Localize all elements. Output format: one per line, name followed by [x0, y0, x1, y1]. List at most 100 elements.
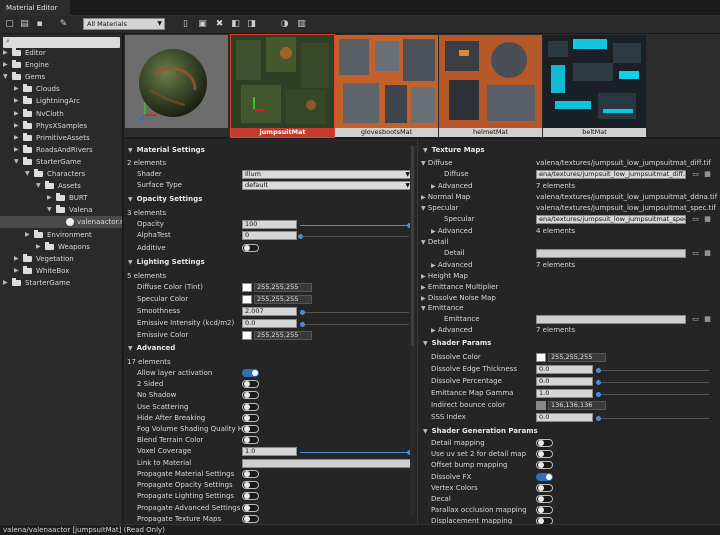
tex-normal-row[interactable]: ▶ Normal Map — [421, 192, 470, 203]
delete-icon[interactable]: ✖ — [214, 19, 225, 30]
assign-icon[interactable]: ◧ — [230, 19, 241, 30]
shader-dropdown[interactable]: Illum ▼ — [242, 170, 413, 179]
specular-color-swatch[interactable] — [242, 295, 252, 304]
toggle-switch[interactable] — [536, 450, 553, 459]
eyedropper-icon[interactable]: ✎ — [58, 19, 69, 30]
toggle-switch[interactable] — [536, 495, 553, 503]
tree-item[interactable]: ▼ Gems — [0, 71, 122, 83]
window-title-tab[interactable]: Material Editor — [0, 0, 70, 16]
left-column-scrollbar[interactable] — [410, 146, 415, 516]
toggle-switch[interactable] — [242, 380, 259, 389]
dissolve-color-input[interactable]: 255,255,255 — [548, 353, 606, 362]
toggle-switch[interactable] — [242, 369, 259, 377]
material-filter-select[interactable]: All Materials ▼ — [83, 18, 165, 30]
chevron-right-icon[interactable]: ▶ — [3, 277, 8, 289]
toggle-switch[interactable] — [536, 439, 553, 447]
emissive-color-input[interactable]: 255,255,255 — [254, 331, 312, 340]
emissive-intensity-input[interactable]: 0.0 — [242, 319, 297, 328]
tree-item[interactable]: ▶ PhysXSamples — [0, 120, 122, 132]
chevron-right-icon[interactable]: ▶ — [14, 253, 19, 265]
chevron-right-icon[interactable]: ▶ — [14, 132, 19, 144]
sss-index-slider-handle[interactable] — [596, 416, 601, 421]
layout-icon[interactable]: ▥ — [296, 19, 307, 30]
edge-thickness-slider-handle[interactable] — [596, 368, 601, 373]
section-advanced[interactable]: ▼ Advanced — [128, 343, 175, 354]
toggle-switch[interactable] — [242, 436, 259, 445]
chevron-down-icon[interactable]: ▼ — [47, 204, 52, 216]
section-shader-params[interactable]: ▼ Shader Params — [423, 338, 491, 349]
tex-specular-row[interactable]: ▼ Specular — [421, 203, 458, 214]
tree-item[interactable]: ▼ Characters — [0, 168, 122, 180]
tree-item[interactable]: ▶ PrimitiveAssets — [0, 132, 122, 144]
smoothness-slider-handle[interactable] — [300, 310, 305, 315]
tex-diffuse-input[interactable]: ena/textures/jumpsuit_low_jumpsuitmat_di… — [536, 170, 686, 179]
toggle-switch[interactable] — [242, 413, 259, 422]
tex-emittance-row[interactable]: ▼ Emittance — [421, 303, 463, 314]
chevron-right-icon[interactable]: ▶ — [14, 265, 19, 277]
tex-emit-mult-row[interactable]: ▶ Emittance Multiplier — [421, 282, 498, 293]
tex-diffuse-row[interactable]: ▼ Diffuse — [421, 158, 452, 169]
texture-edit-icon[interactable]: ▦ — [703, 215, 712, 223]
dissolve-percentage-slider-handle[interactable] — [596, 380, 601, 385]
smoothness-input[interactable]: 2.007 — [242, 307, 297, 316]
thumbnail-jumpsuitMat[interactable]: jumpsuitMat — [230, 34, 335, 138]
toggle-switch[interactable] — [242, 425, 259, 433]
tree-item[interactable]: ▶ WhiteBox — [0, 265, 122, 277]
tree-item[interactable]: ▼ Valena — [0, 204, 122, 216]
toggle-switch[interactable] — [242, 481, 259, 490]
edge-thickness-input[interactable]: 0.0 — [536, 365, 593, 374]
chevron-right-icon[interactable]: ▶ — [14, 120, 19, 132]
new-material-icon[interactable]: ▢ — [4, 19, 15, 30]
open-folder-icon[interactable]: ▤ — [19, 19, 30, 30]
section-opacity-settings[interactable]: ▼ Opacity Settings — [128, 194, 202, 205]
save-icon[interactable]: ▪ — [34, 19, 45, 30]
surface-type-dropdown[interactable]: default ▼ — [242, 181, 413, 190]
reset-icon[interactable]: ◨ — [246, 19, 257, 30]
emittance-gamma-input[interactable]: 1.0 — [536, 389, 593, 398]
chevron-down-icon[interactable]: ▼ — [36, 180, 41, 192]
tex-detail-advanced[interactable]: ▶ Advanced — [431, 260, 472, 271]
indirect-bounce-swatch[interactable] — [536, 401, 546, 410]
specular-color-input[interactable]: 255,255,255 — [254, 295, 312, 304]
chevron-right-icon[interactable]: ▶ — [36, 241, 41, 253]
chevron-right-icon[interactable]: ▶ — [14, 108, 19, 120]
voxel-coverage-input[interactable]: 1.0 — [242, 447, 297, 456]
tree-item[interactable]: ▶ StarterGame — [0, 277, 122, 289]
toggle-switch[interactable] — [536, 506, 553, 515]
tree-item[interactable]: ▼ StarterGame — [0, 156, 122, 168]
chevron-right-icon[interactable]: ▶ — [3, 47, 8, 59]
dissolve-color-swatch[interactable] — [536, 353, 546, 362]
section-texture-maps[interactable]: ▼ Texture Maps — [423, 145, 485, 156]
toggle-switch[interactable] — [536, 483, 553, 492]
toggle-switch[interactable] — [242, 514, 259, 523]
tex-emittance-advanced[interactable]: ▶ Advanced — [431, 325, 472, 336]
browse-folder-icon[interactable]: ▭ — [691, 315, 700, 323]
toggle-switch[interactable] — [242, 391, 259, 400]
alphatest-input[interactable]: 0 — [242, 231, 297, 240]
section-material-settings[interactable]: ▼ Material Settings — [128, 145, 205, 156]
tree-item[interactable]: ▼ Assets — [0, 180, 122, 192]
tex-detail-input[interactable] — [536, 249, 686, 258]
toggle-switch[interactable] — [536, 517, 553, 524]
texture-edit-icon[interactable]: ▦ — [703, 170, 712, 178]
thumbnail-beltMat[interactable]: beltMat — [543, 35, 646, 137]
tree-item[interactable]: ▶ Clouds — [0, 83, 122, 95]
section-shader-generation-params[interactable]: ▼ Shader Generation Params — [423, 426, 538, 437]
chevron-down-icon[interactable]: ▼ — [3, 71, 8, 83]
chevron-down-icon[interactable]: ▼ — [14, 156, 19, 168]
chevron-right-icon[interactable]: ▶ — [14, 144, 19, 156]
tree-item[interactable]: ▶ BURT — [0, 192, 122, 204]
tree-item[interactable]: ▶ Editor — [0, 47, 122, 59]
link-to-material-input[interactable] — [242, 459, 412, 468]
browse-folder-icon[interactable]: ▭ — [691, 215, 700, 223]
tree-item[interactable]: valenaactor.m — [0, 216, 122, 229]
texture-edit-icon[interactable]: ▦ — [703, 315, 712, 323]
alphatest-slider-handle[interactable] — [298, 234, 303, 239]
additive-toggle[interactable] — [242, 244, 259, 252]
chevron-right-icon[interactable]: ▶ — [14, 95, 19, 107]
opacity-input[interactable]: 100 — [242, 220, 297, 229]
tree-item[interactable]: ▶ RoadsAndRivers — [0, 144, 122, 156]
tex-emittance-input[interactable] — [536, 315, 686, 324]
chevron-right-icon[interactable]: ▶ — [25, 229, 30, 241]
section-lighting-settings[interactable]: ▼ Lighting Settings — [128, 257, 205, 268]
